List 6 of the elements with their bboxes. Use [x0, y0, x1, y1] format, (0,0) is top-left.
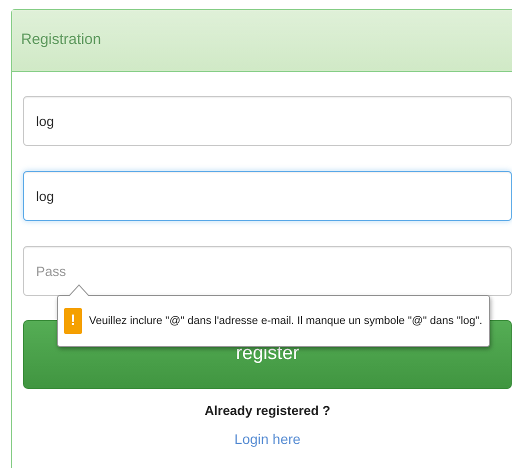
warning-icon: !	[64, 308, 82, 334]
input-field[interactable]: log	[23, 96, 512, 146]
panel-title: Registration	[21, 30, 102, 50]
already-registered-text: Already registered ?	[204, 402, 332, 420]
input-field[interactable]: log	[23, 171, 512, 221]
input-field[interactable]: Pass	[23, 246, 512, 296]
